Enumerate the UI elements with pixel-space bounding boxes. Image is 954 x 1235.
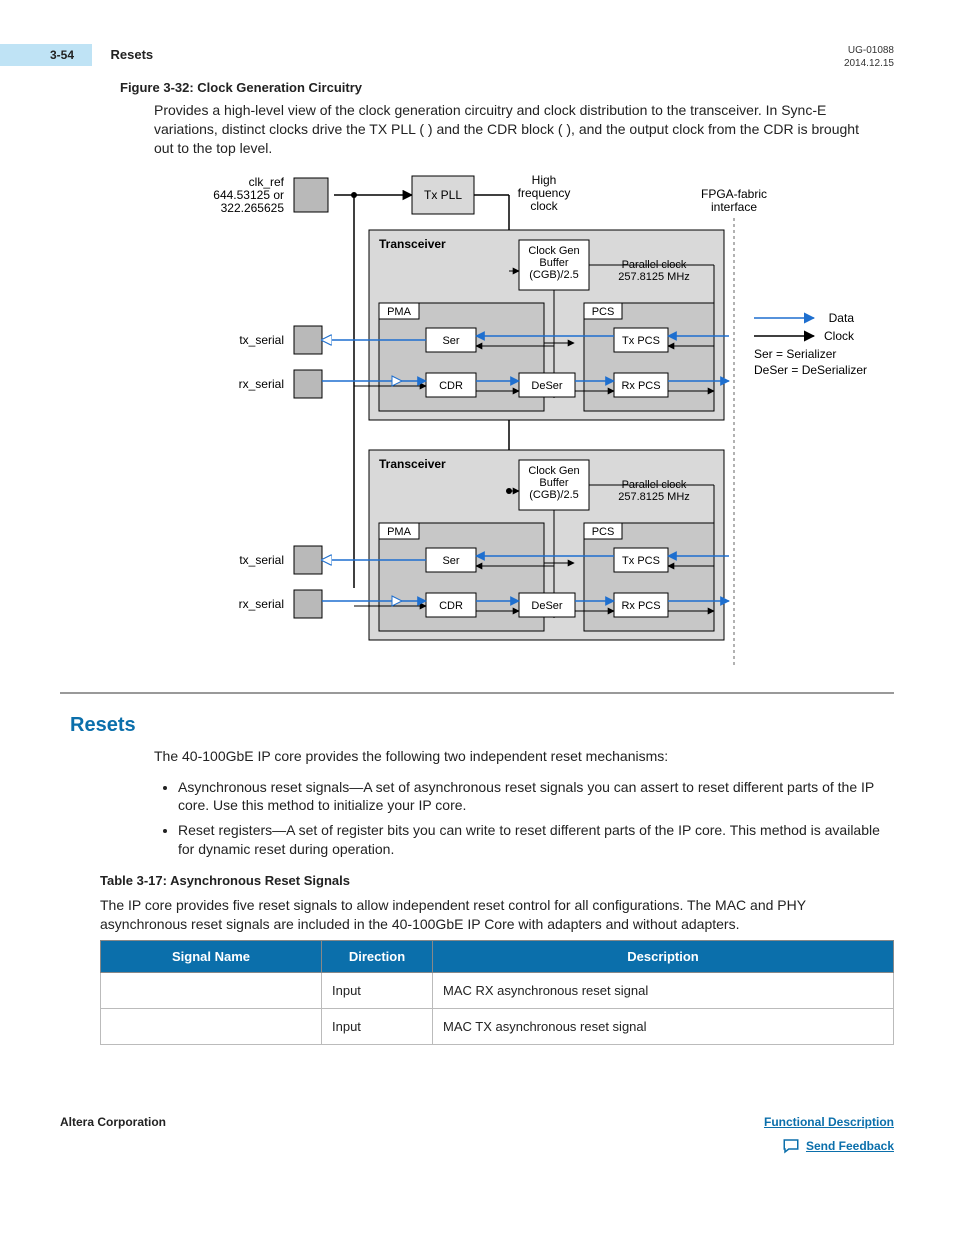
svg-text:DeSer: DeSer xyxy=(531,600,563,612)
page-header-title: Resets xyxy=(110,47,153,62)
svg-text:Ser: Ser xyxy=(442,335,459,347)
svg-text:CDR: CDR xyxy=(439,380,463,392)
page-number-tag: 3-54 xyxy=(0,44,92,66)
reset-mechanism-list: Asynchronous reset signals—A set of asyn… xyxy=(154,778,882,860)
doc-id: UG-01088 xyxy=(844,44,894,57)
diagram-legend: Data Clock Ser = Serializer DeSer = DeSe… xyxy=(754,311,867,377)
doc-date: 2014.12.15 xyxy=(844,57,894,70)
svg-text:Rx PCS: Rx PCS xyxy=(621,380,660,392)
table-row: InputMAC TX asynchronous reset signal xyxy=(101,1008,894,1044)
pad-clk-ref xyxy=(294,178,328,212)
async-reset-signals-table: Signal Name Direction Description InputM… xyxy=(100,940,894,1045)
svg-text:Parallel clock257.8125 MHz: Parallel clock257.8125 MHz xyxy=(618,259,690,283)
svg-text:Ser: Ser xyxy=(442,555,459,567)
svg-text:PCS: PCS xyxy=(592,306,615,318)
pad-rx-serial-1 xyxy=(294,370,322,398)
col-direction: Direction xyxy=(322,940,433,972)
transceiver-block-2: Transceiver Clock GenBuffer(CGB)/2.5 Par… xyxy=(354,450,729,640)
figure-caption: Figure 3-32: Clock Generation Circuitry xyxy=(120,80,894,95)
section-heading-resets: Resets xyxy=(70,714,894,737)
section-divider xyxy=(60,692,894,694)
svg-text:Transceiver: Transceiver xyxy=(379,457,446,471)
clock-generation-diagram: clk_ref644.53125 or322.265625 Tx PLL Hig… xyxy=(154,168,894,678)
svg-text:Tx PCS: Tx PCS xyxy=(622,335,660,347)
col-description: Description xyxy=(433,940,894,972)
footer-company: Altera Corporation xyxy=(60,1115,166,1129)
svg-text:DeSer = DeSerializer: DeSer = DeSerializer xyxy=(754,363,867,377)
svg-text:PCS: PCS xyxy=(592,526,615,538)
label-clk-ref: clk_ref644.53125 or322.265625 xyxy=(213,175,284,215)
section-intro: The 40-100GbE IP core provides the follo… xyxy=(154,747,882,766)
figure-description: Provides a high-level view of the clock … xyxy=(154,101,882,158)
svg-text:DeSer: DeSer xyxy=(531,380,563,392)
svg-text:Tx PCS: Tx PCS xyxy=(622,555,660,567)
send-feedback-link[interactable]: Send Feedback xyxy=(806,1139,894,1153)
pad-rx-serial-2 xyxy=(294,590,322,618)
svg-text:Data: Data xyxy=(829,311,855,325)
svg-text:tx_serial: tx_serial xyxy=(239,333,284,347)
svg-text:PMA: PMA xyxy=(387,526,412,538)
svg-text:PMA: PMA xyxy=(387,306,412,318)
table-caption: Table 3-17: Asynchronous Reset Signals xyxy=(100,873,894,888)
label-transceiver-1: Transceiver xyxy=(379,237,446,251)
functional-description-link[interactable]: Functional Description xyxy=(764,1115,894,1129)
svg-text:rx_serial: rx_serial xyxy=(239,597,284,611)
svg-text:Clock: Clock xyxy=(824,329,855,343)
label-high-freq-clock: Highfrequencyclock xyxy=(518,173,571,213)
label-fpga-fabric: FPGA-fabricinterface xyxy=(701,187,767,214)
pad-tx-serial-1 xyxy=(294,326,322,354)
col-signal-name: Signal Name xyxy=(101,940,322,972)
transceiver-block-1: Transceiver Clock GenBuffer(CGB)/2.5 Par… xyxy=(354,230,729,420)
svg-text:Ser = Serializer: Ser = Serializer xyxy=(754,347,836,361)
svg-text:Rx PCS: Rx PCS xyxy=(621,600,660,612)
label-tx-pll: Tx PLL xyxy=(424,188,462,202)
svg-text:tx_serial: tx_serial xyxy=(239,553,284,567)
table-row: InputMAC RX asynchronous reset signal xyxy=(101,972,894,1008)
pad-tx-serial-2 xyxy=(294,546,322,574)
svg-text:Parallel clock257.8125 MHz: Parallel clock257.8125 MHz xyxy=(618,479,690,503)
svg-text:rx_serial: rx_serial xyxy=(239,377,284,391)
svg-text:CDR: CDR xyxy=(439,600,463,612)
list-item: Asynchronous reset signals—A set of asyn… xyxy=(178,778,882,816)
table-lead: The IP core provides five reset signals … xyxy=(100,896,882,934)
feedback-icon[interactable] xyxy=(782,1137,800,1155)
list-item: Reset registers—A set of register bits y… xyxy=(178,821,882,859)
